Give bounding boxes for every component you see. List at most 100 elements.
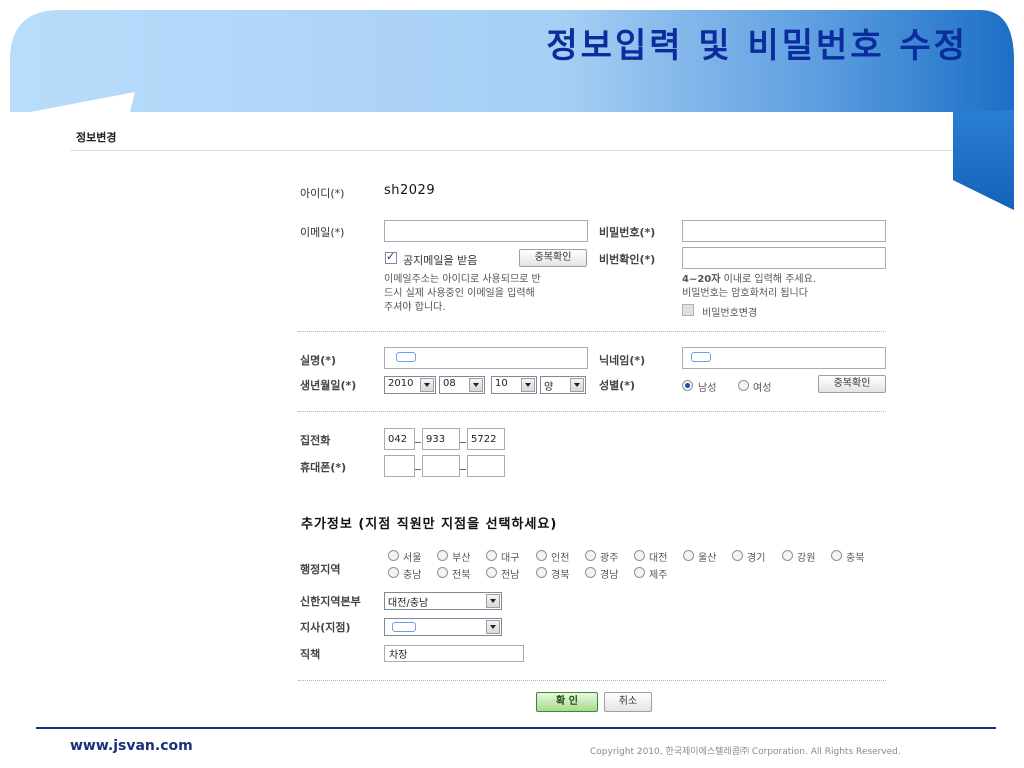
region-radio[interactable] bbox=[634, 567, 645, 578]
birth-month-select[interactable]: 08 bbox=[439, 376, 485, 394]
email-label: 이메일(*) bbox=[300, 226, 345, 239]
email-input[interactable] bbox=[384, 220, 588, 242]
panel-title: 정보변경 bbox=[76, 131, 117, 144]
email-note-line-2: 드시 실제 사용중인 이메일을 입력해 bbox=[384, 288, 535, 299]
region-radio[interactable] bbox=[536, 550, 547, 561]
password-input[interactable] bbox=[682, 220, 886, 242]
phone-dash bbox=[460, 442, 466, 443]
hq-value: 대전/충남 bbox=[388, 598, 429, 609]
nickname-input[interactable] bbox=[682, 347, 886, 369]
hq-label: 신한지역본부 bbox=[300, 595, 361, 608]
gender-male-label: 남성 bbox=[698, 383, 717, 394]
region-radio[interactable] bbox=[782, 550, 793, 561]
region-label-item: 충북 bbox=[846, 553, 865, 564]
birth-label: 생년월일(*) bbox=[300, 379, 357, 392]
region-label-item: 광주 bbox=[600, 553, 619, 564]
password-note: 4~20자 이내로 입력해 주세요. 비밀번호는 암호화처리 됩니다 bbox=[682, 273, 816, 301]
birth-day-select[interactable]: 10 bbox=[491, 376, 537, 394]
region-radio[interactable] bbox=[634, 550, 645, 561]
footer-copyright: Copyright 2010, 한국제이에스텔레콤㈜ Corporation. … bbox=[590, 747, 901, 757]
region-label-item: 전남 bbox=[501, 570, 520, 581]
screenshot-panel: 정보변경 아이디(*) sh2029 이메일(*) 비밀번호(*) 공지메일을 … bbox=[70, 112, 953, 724]
region-radio[interactable] bbox=[585, 567, 596, 578]
mobile-3-input[interactable] bbox=[467, 455, 505, 477]
chevron-down-icon bbox=[486, 594, 500, 608]
birth-year-value: 2010 bbox=[388, 378, 414, 389]
mobile-label: 휴대폰(*) bbox=[300, 461, 347, 474]
region-label: 행정지역 bbox=[300, 563, 341, 576]
region-label-item: 경기 bbox=[747, 553, 766, 564]
region-radio[interactable] bbox=[437, 567, 448, 578]
redacted-nickname bbox=[691, 352, 711, 362]
region-label-item: 대전 bbox=[649, 553, 668, 564]
id-value: sh2029 bbox=[384, 183, 436, 198]
region-radio[interactable] bbox=[388, 550, 399, 561]
change-password-checkbox[interactable] bbox=[682, 304, 694, 316]
phone-dash bbox=[460, 469, 466, 470]
nickname-dup-check-button[interactable]: 중복확인 bbox=[818, 375, 886, 393]
region-radio[interactable] bbox=[732, 550, 743, 561]
region-radio[interactable] bbox=[437, 550, 448, 561]
position-label: 직책 bbox=[300, 648, 321, 661]
email-note-line-3: 주셔야 합니다. bbox=[384, 302, 446, 313]
region-label-item: 강원 bbox=[797, 553, 816, 564]
divider-1 bbox=[298, 331, 886, 332]
password-note-rest: 이내로 입력해 주세요. bbox=[720, 274, 816, 285]
mobile-1-input[interactable] bbox=[384, 455, 415, 477]
region-label-item: 전북 bbox=[452, 570, 471, 581]
phone-dash bbox=[415, 469, 421, 470]
id-label: 아이디(*) bbox=[300, 187, 345, 200]
chevron-down-icon bbox=[521, 378, 535, 392]
birth-calendar-value: 양 bbox=[544, 382, 554, 393]
region-radio[interactable] bbox=[585, 550, 596, 561]
region-radio[interactable] bbox=[486, 550, 497, 561]
home-phone-2-input[interactable] bbox=[422, 428, 460, 450]
mobile-2-input[interactable] bbox=[422, 455, 460, 477]
password-note-line-2: 비밀번호는 암호화처리 됩니다 bbox=[682, 288, 808, 299]
position-input[interactable] bbox=[384, 645, 524, 662]
cancel-button[interactable]: 취소 bbox=[604, 692, 652, 712]
gender-label: 성별(*) bbox=[599, 379, 636, 392]
footer-url: www.jsvan.com bbox=[70, 738, 193, 754]
password-confirm-input[interactable] bbox=[682, 247, 886, 269]
region-label-item: 울산 bbox=[698, 553, 717, 564]
slide-title: 정보입력 및 비밀번호 수정 bbox=[546, 26, 968, 66]
region-label-item: 충남 bbox=[403, 570, 422, 581]
hq-select[interactable]: 대전/충남 bbox=[384, 592, 502, 610]
chevron-down-icon bbox=[420, 378, 434, 392]
region-label-item: 대구 bbox=[501, 553, 520, 564]
birth-year-select[interactable]: 2010 bbox=[384, 376, 436, 394]
gender-female-radio[interactable] bbox=[738, 380, 749, 391]
region-radio[interactable] bbox=[536, 567, 547, 578]
chevron-down-icon bbox=[486, 620, 500, 634]
password-confirm-label: 비번확인(*) bbox=[599, 253, 656, 266]
home-phone-1-input[interactable] bbox=[384, 428, 415, 450]
email-note-line-1: 이메일주소는 아이디로 사용되므로 반 bbox=[384, 274, 541, 285]
branch-label: 지사(지점) bbox=[300, 621, 351, 634]
chevron-down-icon bbox=[570, 378, 584, 392]
region-label-item: 서울 bbox=[403, 553, 422, 564]
receive-notice-label: 공지메일을 받음 bbox=[403, 254, 478, 267]
birth-calendar-select[interactable]: 양 bbox=[540, 376, 586, 394]
region-radio[interactable] bbox=[831, 550, 842, 561]
chevron-down-icon bbox=[469, 378, 483, 392]
password-length-rule: 4~20자 bbox=[682, 274, 721, 285]
region-label-item: 경북 bbox=[551, 570, 570, 581]
footer-divider bbox=[36, 727, 996, 729]
home-phone-3-input[interactable] bbox=[467, 428, 505, 450]
region-radio[interactable] bbox=[486, 567, 497, 578]
birth-month-value: 08 bbox=[443, 378, 456, 389]
gender-male-radio[interactable] bbox=[682, 380, 693, 391]
region-radio[interactable] bbox=[388, 567, 399, 578]
confirm-button[interactable]: 확 인 bbox=[536, 692, 598, 712]
divider-3 bbox=[298, 680, 886, 681]
region-label-item: 인천 bbox=[551, 553, 570, 564]
region-radio[interactable] bbox=[683, 550, 694, 561]
email-dup-check-button[interactable]: 중복확인 bbox=[519, 249, 587, 267]
password-label: 비밀번호(*) bbox=[599, 226, 656, 239]
redacted-branch bbox=[392, 622, 416, 632]
nickname-label: 닉네임(*) bbox=[599, 354, 646, 367]
receive-notice-checkbox[interactable] bbox=[385, 250, 397, 264]
home-phone-label: 집전화 bbox=[300, 434, 331, 447]
panel-title-divider bbox=[70, 150, 953, 151]
